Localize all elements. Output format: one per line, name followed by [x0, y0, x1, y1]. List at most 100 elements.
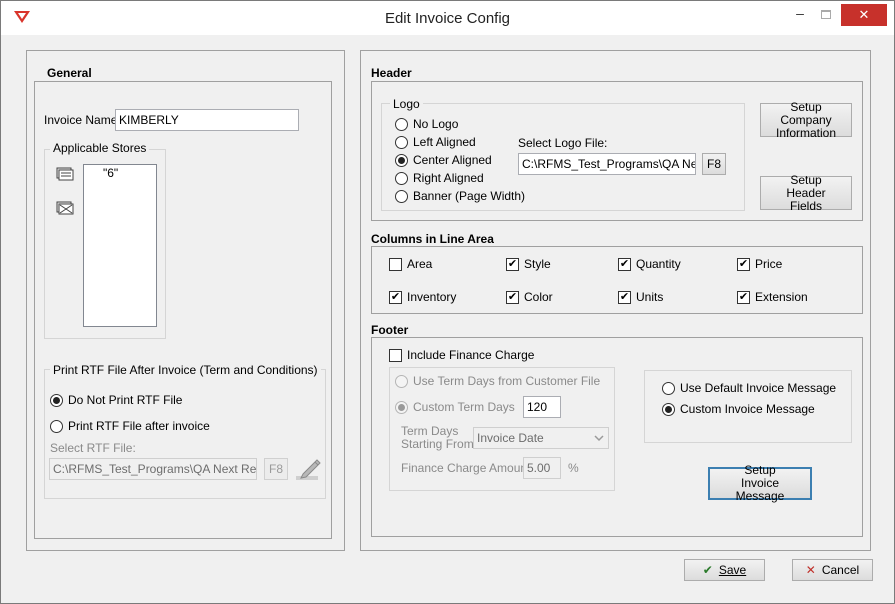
radio-indicator: [395, 374, 408, 388]
logo-no-logo-radio[interactable]: No Logo: [395, 117, 458, 131]
radio-label: Print RTF File after invoice: [68, 419, 210, 433]
radio-label: Custom Term Days: [413, 400, 515, 414]
use-default-invoice-message-radio[interactable]: Use Default Invoice Message: [662, 381, 836, 395]
footer-title: Footer: [371, 323, 409, 337]
radio-label: Banner (Page Width): [413, 189, 526, 203]
edit-invoice-config-window: Edit Invoice Config – ✕ General Invoice …: [0, 0, 895, 604]
setup-company-information-button[interactable]: Setup Company Information: [760, 100, 852, 139]
checkbox-indicator: [389, 257, 402, 271]
checkbox-label: Area: [407, 257, 433, 271]
radio-label: Right Aligned: [413, 171, 484, 185]
window-title: Edit Invoice Config: [384, 10, 511, 27]
checkbox-label: Quantity: [636, 257, 681, 271]
checkbox-label: Units: [636, 290, 664, 304]
radio-label: Center Aligned: [413, 153, 492, 167]
cancel-x-icon: ✕: [805, 562, 816, 577]
maximize-icon: [821, 10, 831, 19]
select-rtf-file-label: Select RTF File:: [50, 441, 136, 455]
rtf-file-input[interactable]: C:\RFMS_Test_Programs\QA Next Releas: [49, 458, 257, 480]
logo-group-title: Logo: [390, 97, 423, 111]
radio-indicator: [662, 381, 675, 395]
save-button[interactable]: ✔ Save: [684, 559, 765, 581]
checkbox-indicator: [389, 348, 402, 362]
do-not-print-rtf-radio[interactable]: Do Not Print RTF File: [50, 393, 182, 407]
columns-title: Columns in Line Area: [371, 232, 494, 246]
invoice-name-input[interactable]: KIMBERLY: [115, 109, 299, 131]
rtf-group-title: Print RTF File After Invoice (Term and C…: [50, 363, 321, 377]
checkmark-icon: ✔: [618, 290, 631, 304]
radio-indicator: [50, 419, 63, 433]
percent-sign: %: [568, 461, 579, 475]
column-units-checkbox[interactable]: ✔ Units: [618, 290, 663, 304]
radio-label: No Logo: [413, 117, 459, 131]
logo-center-aligned-radio[interactable]: Center Aligned: [395, 153, 492, 167]
title-bar[interactable]: Edit Invoice Config – ✕: [1, 1, 894, 35]
cancel-button[interactable]: ✕ Cancel: [792, 559, 873, 581]
column-price-checkbox[interactable]: ✔ Price: [737, 257, 782, 271]
setup-invoice-message-button[interactable]: Setup Invoice Message: [708, 464, 812, 503]
radio-indicator: [395, 189, 408, 203]
starting-from-value: Invoice Date: [477, 431, 544, 445]
print-rtf-after-invoice-radio[interactable]: Print RTF File after invoice: [50, 419, 210, 433]
setup-header-fields-button[interactable]: Setup Header Fields: [760, 173, 852, 212]
edit-rtf-pencil-icon[interactable]: [295, 456, 323, 482]
use-term-days-from-customer-radio[interactable]: Use Term Days from Customer File: [395, 374, 600, 388]
radio-indicator: [395, 117, 408, 131]
maximize-button[interactable]: [813, 5, 839, 27]
radio-indicator: [50, 393, 63, 407]
column-style-checkbox[interactable]: ✔ Style: [506, 257, 551, 271]
header-title: Header: [371, 66, 412, 80]
applicable-stores-list[interactable]: "6": [83, 164, 157, 327]
include-finance-charge-checkbox[interactable]: Include Finance Charge: [389, 348, 534, 362]
checkbox-label: Price: [755, 257, 783, 271]
finance-charge-amount-label: Finance Charge Amount:: [401, 461, 534, 475]
radio-indicator: [662, 402, 675, 416]
custom-term-days-radio[interactable]: Custom Term Days: [395, 400, 515, 414]
column-color-checkbox[interactable]: ✔ Color: [506, 290, 553, 304]
general-title: General: [47, 66, 92, 80]
logo-f8-button[interactable]: F8: [702, 153, 726, 175]
remove-store-icon[interactable]: [55, 199, 75, 217]
term-days-label: Term Days: [401, 424, 459, 438]
checkmark-icon: ✔: [389, 290, 402, 304]
column-area-checkbox[interactable]: Area: [389, 257, 432, 271]
invoice-name-label: Invoice Name:: [44, 113, 121, 127]
radio-label: Do Not Print RTF File: [68, 393, 183, 407]
custom-term-days-input[interactable]: 120: [523, 396, 561, 418]
custom-invoice-message-radio[interactable]: Custom Invoice Message: [662, 402, 815, 416]
radio-label: Custom Invoice Message: [680, 402, 815, 416]
checkbox-label: Extension: [755, 290, 808, 304]
column-inventory-checkbox[interactable]: ✔ Inventory: [389, 290, 456, 304]
cancel-label: Cancel: [821, 562, 860, 577]
checkmark-icon: ✔: [506, 257, 519, 271]
checkbox-label: Color: [524, 290, 553, 304]
radio-label: Use Default Invoice Message: [680, 381, 837, 395]
radio-label: Use Term Days from Customer File: [413, 374, 601, 388]
chevron-down-icon: [594, 435, 604, 442]
logo-left-aligned-radio[interactable]: Left Aligned: [395, 135, 476, 149]
finance-charge-amount-input[interactable]: 5.00: [523, 457, 561, 479]
checkbox-label: Style: [524, 257, 551, 271]
radio-label: Left Aligned: [413, 135, 476, 149]
list-item[interactable]: "6": [103, 166, 118, 180]
radio-indicator: [395, 400, 408, 414]
starting-from-select[interactable]: Invoice Date: [473, 427, 609, 449]
checkmark-icon: ✔: [737, 290, 750, 304]
radio-indicator: [395, 171, 408, 185]
logo-file-input[interactable]: C:\RFMS_Test_Programs\QA Next: [518, 153, 696, 175]
checkbox-label: Inventory: [407, 290, 457, 304]
starting-from-label: Starting From:: [401, 437, 478, 451]
column-quantity-checkbox[interactable]: ✔ Quantity: [618, 257, 681, 271]
checkbox-label: Include Finance Charge: [407, 348, 535, 362]
minimize-button[interactable]: –: [787, 5, 813, 27]
column-extension-checkbox[interactable]: ✔ Extension: [737, 290, 808, 304]
select-logo-file-label: Select Logo File:: [518, 136, 608, 150]
applicable-stores-label: Applicable Stores: [50, 141, 150, 155]
radio-indicator: [395, 153, 408, 167]
check-icon: ✔: [702, 562, 713, 577]
logo-right-aligned-radio[interactable]: Right Aligned: [395, 171, 484, 185]
logo-banner-radio[interactable]: Banner (Page Width): [395, 189, 525, 203]
rtf-f8-button[interactable]: F8: [264, 458, 288, 480]
add-store-icon[interactable]: [55, 165, 75, 183]
close-button[interactable]: ✕: [841, 4, 887, 26]
